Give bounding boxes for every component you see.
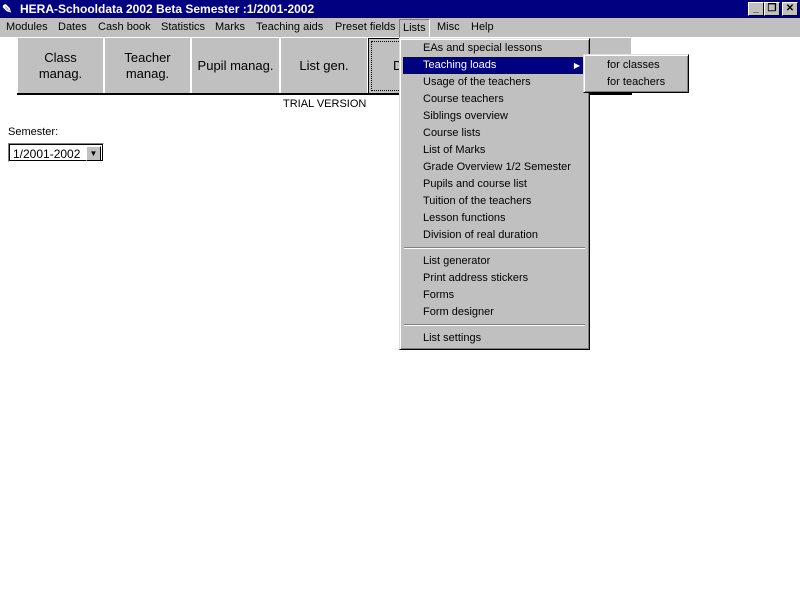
menu-cash-book[interactable]: Cash book: [95, 18, 154, 37]
class-manag-button[interactable]: Class manag.: [17, 38, 104, 94]
menu-item-siblings[interactable]: Siblings overview: [403, 108, 586, 125]
semester-value: 1/2001-2002: [13, 147, 81, 161]
minimize-button[interactable]: _: [748, 2, 764, 16]
menu-item-teaching-loads[interactable]: Teaching loads ▶: [403, 57, 586, 74]
menu-item-division[interactable]: Division of real duration: [403, 227, 586, 244]
menu-marks[interactable]: Marks: [212, 18, 248, 37]
menu-lists[interactable]: Lists: [399, 19, 430, 38]
semester-combo[interactable]: 1/2001-2002 ▼: [8, 143, 104, 162]
menu-item-label: Teaching loads: [423, 59, 497, 71]
menu-preset-fields[interactable]: Preset fields: [332, 18, 399, 37]
menu-item-pupils-course[interactable]: Pupils and course list: [403, 176, 586, 193]
restore-button[interactable]: ❐: [764, 2, 780, 16]
menu-item-course-lists[interactable]: Course lists: [403, 125, 586, 142]
menu-modules[interactable]: Modules: [3, 18, 51, 37]
semester-label: Semester:: [8, 126, 59, 138]
dropdown-arrow-icon[interactable]: ▼: [86, 146, 101, 161]
trial-version-label: TRIAL VERSION: [283, 98, 367, 110]
menu-statistics[interactable]: Statistics: [158, 18, 208, 37]
menu-item-lesson-functions[interactable]: Lesson functions: [403, 210, 586, 227]
title-bar: ✎ HERA-Schooldata 2002 Beta Semester :1/…: [0, 0, 800, 18]
submenu-item-for-classes[interactable]: for classes: [587, 57, 685, 74]
menu-item-list-settings[interactable]: List settings: [403, 330, 586, 347]
menu-item-usage[interactable]: Usage of the teachers: [403, 74, 586, 91]
menu-item-list-generator[interactable]: List generator: [403, 253, 586, 270]
menu-bar: Modules Dates Cash book Statistics Marks…: [0, 18, 800, 38]
menu-separator: [404, 324, 585, 326]
pupil-manag-button[interactable]: Pupil manag.: [191, 38, 280, 94]
menu-misc[interactable]: Misc: [434, 18, 463, 37]
submenu-arrow-icon: ▶: [573, 61, 580, 70]
menu-teaching-aids[interactable]: Teaching aids: [253, 18, 326, 37]
menu-item-list-of-marks[interactable]: List of Marks: [403, 142, 586, 159]
menu-dates[interactable]: Dates: [55, 18, 90, 37]
teacher-manag-button[interactable]: Teacher manag.: [104, 38, 191, 94]
submenu-item-for-teachers[interactable]: for teachers: [587, 74, 685, 91]
teaching-loads-submenu: for classes for teachers: [583, 54, 689, 93]
menu-item-form-designer[interactable]: Form designer: [403, 304, 586, 321]
close-button[interactable]: ✕: [782, 2, 798, 16]
window-title: HERA-Schooldata 2002 Beta Semester :1/20…: [20, 2, 315, 16]
menu-item-forms[interactable]: Forms: [403, 287, 586, 304]
list-gen-button[interactable]: List gen.: [280, 38, 368, 94]
app-icon[interactable]: ✎: [2, 2, 18, 16]
menu-item-address-stickers[interactable]: Print address stickers: [403, 270, 586, 287]
menu-item-eas[interactable]: EAs and special lessons: [403, 40, 586, 57]
menu-help[interactable]: Help: [468, 18, 497, 37]
menu-item-course-teachers[interactable]: Course teachers: [403, 91, 586, 108]
menu-item-grade-overview[interactable]: Grade Overview 1/2 Semester: [403, 159, 586, 176]
menu-separator: [404, 247, 585, 249]
menu-item-tuition[interactable]: Tuition of the teachers: [403, 193, 586, 210]
lists-menu: EAs and special lessons Teaching loads ▶ …: [399, 38, 590, 350]
